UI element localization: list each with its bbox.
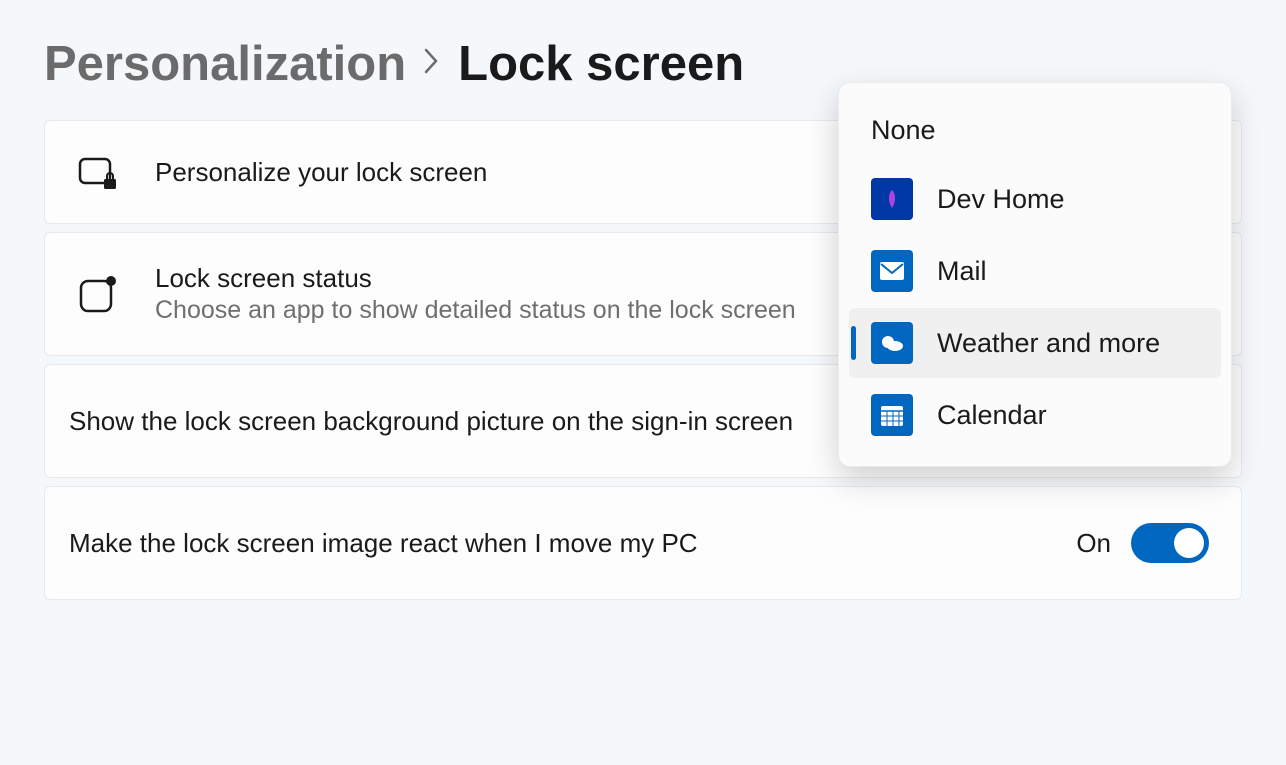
toggle-knob [1174,528,1204,558]
dropdown-item-calendar[interactable]: Calendar [849,380,1221,450]
dropdown-label: None [871,115,936,146]
toggle-state-label: On [1076,528,1111,559]
mail-icon [871,250,913,292]
dropdown-label: Dev Home [937,184,1065,215]
dropdown-item-weather[interactable]: Weather and more [849,308,1221,378]
setting-react-move: Make the lock screen image react when I … [44,486,1242,600]
calendar-icon [871,394,913,436]
lock-screen-icon [77,151,119,193]
dropdown-label: Weather and more [937,328,1160,359]
dropdown-item-none[interactable]: None [849,95,1221,162]
breadcrumb-current: Lock screen [458,36,744,92]
chevron-right-icon [422,43,442,85]
toggle-react-move[interactable] [1131,523,1209,563]
dropdown-label: Mail [937,256,987,287]
setting-title: Make the lock screen image react when I … [69,528,1040,559]
dropdown-item-dev-home[interactable]: Dev Home [849,164,1221,234]
badge-app-icon [77,273,119,315]
weather-icon [871,322,913,364]
breadcrumb-parent[interactable]: Personalization [44,36,406,92]
dev-home-icon [871,178,913,220]
dropdown-item-mail[interactable]: Mail [849,236,1221,306]
dropdown-label: Calendar [937,400,1047,431]
status-app-dropdown: None Dev Home Mail Weather and more Cale… [838,82,1232,467]
